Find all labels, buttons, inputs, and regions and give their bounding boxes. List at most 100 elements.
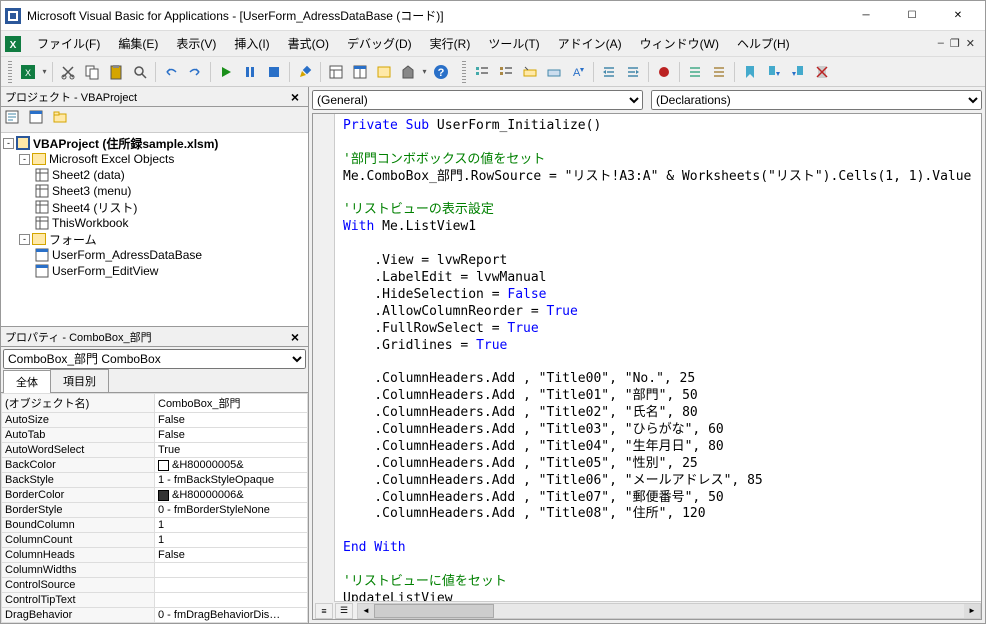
find-button[interactable] <box>129 61 151 83</box>
toolbox-button[interactable] <box>397 61 419 83</box>
tree-node[interactable]: -フォーム <box>3 231 306 247</box>
maximize-button[interactable]: ☐ <box>889 2 935 30</box>
menu-item[interactable]: ファイル(F) <box>29 31 108 56</box>
property-row[interactable]: DragBehavior0 - fmDragBehaviorDis… <box>2 608 308 623</box>
object-browser-button[interactable] <box>373 61 395 83</box>
close-button[interactable]: ✕ <box>935 2 981 30</box>
property-value[interactable]: ComboBox_部門 <box>155 394 308 413</box>
property-value[interactable]: 1 <box>155 533 308 548</box>
tree-node[interactable]: Sheet2 (data) <box>3 167 306 183</box>
dropdown-icon[interactable]: ▾ <box>41 67 48 76</box>
properties-grid[interactable]: (オブジェクト名)ComboBox_部門AutoSizeFalseAutoTab… <box>1 393 308 623</box>
property-row[interactable]: BorderStyle0 - fmBorderStyleNone <box>2 503 308 518</box>
break-button[interactable] <box>239 61 261 83</box>
view-excel-button[interactable]: X <box>17 61 39 83</box>
breakpoint-button[interactable] <box>653 61 675 83</box>
project-explorer-button[interactable] <box>325 61 347 83</box>
property-row[interactable]: ColumnWidths <box>2 563 308 578</box>
property-value[interactable] <box>155 563 308 578</box>
indent-button[interactable] <box>598 61 620 83</box>
property-row[interactable]: AutoTabFalse <box>2 428 308 443</box>
clear-bookmarks-button[interactable] <box>811 61 833 83</box>
help-button[interactable]: ? <box>430 61 452 83</box>
tree-twisty-icon[interactable]: - <box>19 154 30 165</box>
toolbar-handle[interactable] <box>462 61 466 83</box>
menu-item[interactable]: ヘルプ(H) <box>729 31 798 56</box>
toggle-folders-button[interactable] <box>53 110 73 130</box>
property-row[interactable]: AutoWordSelectTrue <box>2 443 308 458</box>
dropdown-icon[interactable]: ▾ <box>421 67 428 76</box>
outdent-button[interactable] <box>622 61 644 83</box>
menu-item[interactable]: ウィンドウ(W) <box>632 31 727 56</box>
tab-categorized[interactable]: 項目別 <box>50 369 109 392</box>
tree-node[interactable]: -Microsoft Excel Objects <box>3 151 306 167</box>
bookmark-button[interactable] <box>739 61 761 83</box>
property-value[interactable]: False <box>155 428 308 443</box>
tab-all[interactable]: 全体 <box>3 370 51 393</box>
menu-item[interactable]: 挿入(I) <box>226 31 277 56</box>
copy-button[interactable] <box>81 61 103 83</box>
tree-twisty-icon[interactable]: - <box>3 138 14 149</box>
scroll-thumb[interactable] <box>374 604 494 618</box>
toolbar-handle[interactable] <box>8 61 12 83</box>
mdi-close-button[interactable]: ✕ <box>966 37 975 50</box>
prev-bookmark-button[interactable] <box>787 61 809 83</box>
project-tree[interactable]: -VBAProject (住所録sample.xlsm)-Microsoft E… <box>1 133 308 327</box>
procedure-view-button[interactable]: ≡ <box>315 603 333 619</box>
tree-twisty-icon[interactable]: - <box>19 234 30 245</box>
scroll-right-button[interactable]: ► <box>964 604 980 618</box>
tree-node[interactable]: ThisWorkbook <box>3 215 306 231</box>
properties-window-button[interactable] <box>349 61 371 83</box>
property-row[interactable]: ControlTipText <box>2 593 308 608</box>
properties-object-selector[interactable]: ComboBox_部門 ComboBox <box>3 349 306 369</box>
parameter-info-button[interactable] <box>543 61 565 83</box>
object-dropdown[interactable]: (General) <box>312 90 643 110</box>
procedure-dropdown[interactable]: (Declarations) <box>651 90 982 110</box>
code-editor[interactable]: Private Sub UserForm_Initialize() '部門コンボ… <box>312 113 982 620</box>
tree-node[interactable]: UserForm_AdressDataBase <box>3 247 306 263</box>
code-margin[interactable] <box>313 114 335 602</box>
property-value[interactable]: 0 - fmBorderStyleNone <box>155 503 308 518</box>
paste-button[interactable] <box>105 61 127 83</box>
next-bookmark-button[interactable] <box>763 61 785 83</box>
property-value[interactable] <box>155 578 308 593</box>
uncomment-block-button[interactable] <box>708 61 730 83</box>
horizontal-scrollbar[interactable]: ◄ ► <box>357 603 981 619</box>
mdi-restore-button[interactable]: ❐ <box>950 37 960 50</box>
menu-item[interactable]: アドイン(A) <box>550 31 630 56</box>
list-properties-button[interactable] <box>471 61 493 83</box>
property-row[interactable]: AutoSizeFalse <box>2 413 308 428</box>
property-row[interactable]: ColumnHeadsFalse <box>2 548 308 563</box>
property-value[interactable]: True <box>155 443 308 458</box>
menu-item[interactable]: 表示(V) <box>168 31 224 56</box>
reset-button[interactable] <box>263 61 285 83</box>
menu-item[interactable]: 書式(O) <box>280 31 337 56</box>
property-value[interactable]: 0 - fmDragBehaviorDis… <box>155 608 308 623</box>
property-value[interactable] <box>155 593 308 608</box>
property-value[interactable]: &H80000005& <box>155 458 308 473</box>
view-code-button[interactable] <box>5 110 25 130</box>
undo-button[interactable] <box>160 61 182 83</box>
menu-item[interactable]: 実行(R) <box>422 31 479 56</box>
excel-icon[interactable]: X <box>5 36 21 52</box>
mdi-minimize-button[interactable]: – <box>938 37 944 50</box>
property-value[interactable]: 1 - fmBackStyleOpaque <box>155 473 308 488</box>
run-button[interactable] <box>215 61 237 83</box>
redo-button[interactable] <box>184 61 206 83</box>
tree-node[interactable]: Sheet4 (リスト) <box>3 199 306 215</box>
property-row[interactable]: BackStyle1 - fmBackStyleOpaque <box>2 473 308 488</box>
property-row[interactable]: BoundColumn1 <box>2 518 308 533</box>
property-row[interactable]: ColumnCount1 <box>2 533 308 548</box>
property-value[interactable]: False <box>155 548 308 563</box>
tree-node[interactable]: Sheet3 (menu) <box>3 183 306 199</box>
tree-node[interactable]: -VBAProject (住所録sample.xlsm) <box>3 135 306 151</box>
property-value[interactable]: &H80000006& <box>155 488 308 503</box>
design-mode-button[interactable] <box>294 61 316 83</box>
property-row[interactable]: BorderColor&H80000006& <box>2 488 308 503</box>
property-row[interactable]: ControlSource <box>2 578 308 593</box>
project-pane-close-button[interactable]: × <box>286 89 304 105</box>
properties-pane-close-button[interactable]: × <box>286 329 304 345</box>
property-value[interactable]: False <box>155 413 308 428</box>
comment-block-button[interactable] <box>684 61 706 83</box>
property-value[interactable]: 1 <box>155 518 308 533</box>
